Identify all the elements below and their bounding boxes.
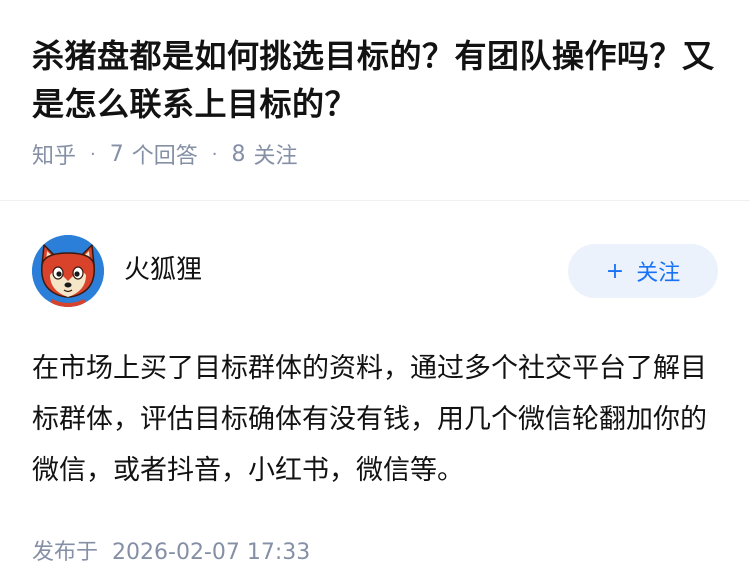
follow-button[interactable]: + 关注 bbox=[568, 244, 718, 298]
question-header: 杀猪盘都是如何挑选目标的？有团队操作吗？又是怎么联系上目标的？ 知乎 · 7 个… bbox=[0, 0, 750, 170]
author-row: 火狐狸 + 关注 bbox=[32, 235, 718, 307]
fox-avatar-icon bbox=[32, 235, 104, 307]
answer-count: 7 bbox=[109, 141, 124, 167]
published-date: 2026-02-07 17:33 bbox=[112, 540, 311, 565]
follow-label: 关注 bbox=[636, 261, 681, 286]
plus-icon: + bbox=[605, 258, 625, 284]
author-name[interactable]: 火狐狸 bbox=[124, 249, 568, 286]
follower-count-label[interactable]: 关注 bbox=[254, 138, 298, 170]
question-meta: 知乎 · 7 个回答 · 8 关注 bbox=[32, 138, 718, 170]
question-title[interactable]: 杀猪盘都是如何挑选目标的？有团队操作吗？又是怎么联系上目标的？ bbox=[32, 32, 718, 128]
separator-dot: · bbox=[90, 143, 96, 165]
avatar[interactable] bbox=[32, 235, 104, 307]
source-label[interactable]: 知乎 bbox=[32, 138, 76, 170]
separator-dot: · bbox=[211, 143, 218, 165]
answer-card: 火狐狸 + 关注 在市场上买了目标群体的资料，通过多个社交平台了解目标群体，评估… bbox=[0, 201, 750, 566]
follower-count: 8 bbox=[231, 141, 246, 167]
published-label: 发布于 bbox=[32, 540, 99, 565]
answer-footer: 发布于 2026-02-07 17:33 bbox=[32, 534, 718, 566]
answer-count-label[interactable]: 个回答 bbox=[132, 138, 198, 170]
answer-content: 在市场上买了目标群体的资料，通过多个社交平台了解目标群体，评估目标确体有没有钱，… bbox=[32, 353, 707, 486]
